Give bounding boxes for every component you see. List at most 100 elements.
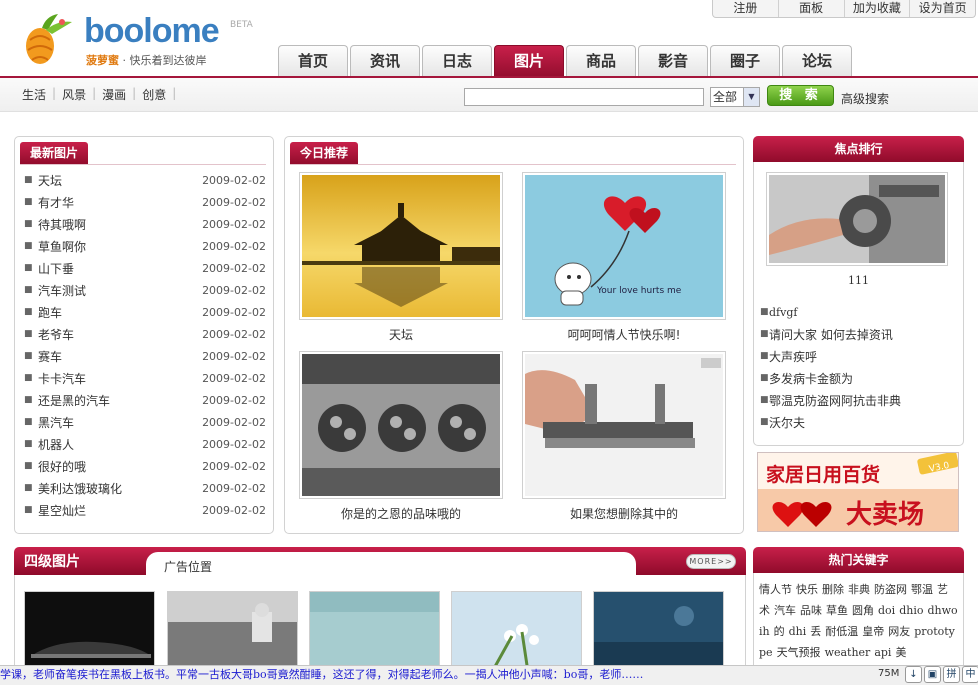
tab-products[interactable]: 商品 bbox=[566, 45, 636, 76]
hot-keyword-link[interactable]: 情人节 bbox=[759, 583, 792, 596]
latest-list-item[interactable]: ■ 老爷车 2009-02-02 bbox=[24, 323, 266, 345]
latest-item-title[interactable]: 黑汽车 bbox=[38, 414, 202, 431]
panel-link[interactable]: 面板 bbox=[779, 0, 845, 17]
latest-list-item[interactable]: ■ 有才华 2009-02-02 bbox=[24, 191, 266, 213]
add-favorite-link[interactable]: 加为收藏 bbox=[845, 0, 911, 17]
focus-item-title[interactable]: 大声疾呼 bbox=[769, 348, 817, 365]
tab-news[interactable]: 资讯 bbox=[350, 45, 420, 76]
tab-blog[interactable]: 日志 bbox=[422, 45, 492, 76]
latest-list-item[interactable]: ■ 待其哦啊 2009-02-02 bbox=[24, 213, 266, 235]
search-scope-select[interactable]: 全部 ▼ bbox=[710, 87, 760, 107]
tab-home[interactable]: 首页 bbox=[278, 45, 348, 76]
latest-item-title[interactable]: 有才华 bbox=[38, 194, 202, 211]
latest-list-item[interactable]: ■ 山下垂 2009-02-02 bbox=[24, 257, 266, 279]
more-button[interactable]: MORE>> bbox=[686, 554, 736, 569]
hot-keyword-link[interactable]: 天气预报 bbox=[777, 646, 821, 659]
set-homepage-link[interactable]: 设为首页 bbox=[910, 0, 975, 17]
hot-keyword-link[interactable]: 草鱼 bbox=[826, 604, 848, 617]
hot-keyword-link[interactable]: 删除 bbox=[822, 583, 844, 596]
heart-balloon-photo[interactable]: Your love hurts me bbox=[522, 172, 726, 320]
advanced-search-link[interactable]: 高级搜索 bbox=[841, 90, 889, 107]
latest-item-title[interactable]: 老爷车 bbox=[38, 326, 202, 343]
focus-list-item[interactable]: ■ 沃尔夫 bbox=[760, 411, 960, 433]
hot-keyword-link[interactable]: weather bbox=[825, 646, 871, 659]
latest-item-title[interactable]: 汽车测试 bbox=[38, 282, 202, 299]
focus-list-item[interactable]: ■ dfvgf bbox=[760, 301, 960, 323]
latest-item-title[interactable]: 还是黑的汽车 bbox=[38, 392, 202, 409]
tab-media[interactable]: 影音 bbox=[638, 45, 708, 76]
hot-keyword-link[interactable]: 非典 bbox=[848, 583, 870, 596]
latest-item-title[interactable]: 天坛 bbox=[38, 172, 202, 189]
latest-item-title[interactable]: 待其哦啊 bbox=[38, 216, 202, 233]
subnav-creative[interactable]: 创意 bbox=[142, 86, 166, 103]
latest-list-item[interactable]: ■ 汽车测试 2009-02-02 bbox=[24, 279, 266, 301]
hot-keyword-link[interactable]: 汽车 bbox=[774, 604, 796, 617]
pagoda-photo[interactable] bbox=[299, 172, 503, 320]
recommend-caption[interactable]: 呵呵呵情人节快乐啊! bbox=[522, 326, 726, 343]
ime-icon[interactable]: 拼 bbox=[943, 666, 960, 683]
status-marquee-text[interactable]: 学课，老师奋笔疾书在黑板上板书。平常一古板大哥bo哥竟然酣睡，这还了得，对得起老… bbox=[0, 667, 694, 683]
latest-list-item[interactable]: ■ 美利达饿玻璃化 2009-02-02 bbox=[24, 477, 266, 499]
search-button[interactable]: 搜 索 bbox=[767, 85, 834, 106]
recommend-item[interactable]: 天坛 bbox=[299, 172, 503, 343]
focus-item-title[interactable]: dfvgf bbox=[769, 306, 797, 319]
latest-item-title[interactable]: 跑车 bbox=[38, 304, 202, 321]
hot-keyword-link[interactable]: 网友 bbox=[888, 625, 910, 638]
hot-keyword-link[interactable]: 防盗网 bbox=[874, 583, 907, 596]
latest-list-item[interactable]: ■ 还是黑的汽车 2009-02-02 bbox=[24, 389, 266, 411]
hot-keyword-link[interactable]: 鄂温 bbox=[911, 583, 933, 596]
hot-keyword-link[interactable]: 耐低温 bbox=[825, 625, 858, 638]
recommend-caption[interactable]: 你是的之恩的品味哦的 bbox=[299, 505, 503, 522]
hot-keyword-link[interactable]: 快乐 bbox=[796, 583, 818, 596]
recommend-item[interactable]: 如果您想删除其中的 bbox=[522, 351, 726, 522]
hot-keyword-link[interactable]: 美 bbox=[895, 646, 906, 659]
tab-pictures[interactable]: 图片 bbox=[494, 45, 564, 77]
latest-list-item[interactable]: ■ 星空灿烂 2009-02-02 bbox=[24, 499, 266, 521]
latest-list-item[interactable]: ■ 赛车 2009-02-02 bbox=[24, 345, 266, 367]
register-link[interactable]: 注册 bbox=[713, 0, 779, 17]
focus-list-item[interactable]: ■ 请问大家 如何去掉资讯 bbox=[760, 323, 960, 345]
latest-list-item[interactable]: ■ 天坛 2009-02-02 bbox=[24, 169, 266, 191]
focus-item-title[interactable]: 请问大家 如何去掉资讯 bbox=[769, 326, 893, 343]
latest-item-title[interactable]: 很好的哦 bbox=[38, 458, 202, 475]
focus-top-photo[interactable] bbox=[766, 172, 948, 266]
subnav-life[interactable]: 生活 bbox=[22, 86, 46, 103]
focus-item-title[interactable]: 多发病卡金额为 bbox=[769, 370, 853, 387]
level4-thumb[interactable] bbox=[593, 591, 724, 671]
latest-item-title[interactable]: 星空灿烂 bbox=[38, 502, 202, 519]
focus-item-title[interactable]: 沃尔夫 bbox=[769, 414, 805, 431]
hot-keyword-link[interactable]: 皇帝 bbox=[862, 625, 884, 638]
latest-list-item[interactable]: ■ 很好的哦 2009-02-02 bbox=[24, 455, 266, 477]
level4-thumb[interactable] bbox=[451, 591, 582, 671]
subnav-scenery[interactable]: 风景 bbox=[62, 86, 86, 103]
chinese-icon[interactable]: 中 bbox=[962, 666, 978, 683]
latest-item-title[interactable]: 机器人 bbox=[38, 436, 202, 453]
latest-item-title[interactable]: 卡卡汽车 bbox=[38, 370, 202, 387]
site-logo[interactable]: boolome BETA 菠萝蜜 · 快乐着到达彼岸 bbox=[18, 6, 258, 72]
latest-list-item[interactable]: ■ 跑车 2009-02-02 bbox=[24, 301, 266, 323]
subnav-comics[interactable]: 漫画 bbox=[102, 86, 126, 103]
focus-list-item[interactable]: ■ 鄂温克防盗网阿抗击非典 bbox=[760, 389, 960, 411]
focus-list-item[interactable]: ■ 多发病卡金额为 bbox=[760, 367, 960, 389]
caliper-photo[interactable] bbox=[522, 351, 726, 499]
focus-top-caption[interactable]: 111 bbox=[753, 274, 964, 287]
latest-list-item[interactable]: ■ 黑汽车 2009-02-02 bbox=[24, 411, 266, 433]
tab-forum[interactable]: 论坛 bbox=[782, 45, 852, 76]
latest-item-title[interactable]: 赛车 bbox=[38, 348, 202, 365]
hot-keyword-link[interactable]: 丢 bbox=[810, 625, 821, 638]
focus-item-title[interactable]: 鄂温克防盗网阿抗击非典 bbox=[769, 392, 901, 409]
hot-keyword-link[interactable]: dhi bbox=[789, 625, 807, 638]
recommend-item[interactable]: Your love hurts me 呵呵呵情人节快乐啊! bbox=[522, 172, 726, 343]
search-input[interactable] bbox=[464, 88, 704, 106]
engine-block-photo[interactable] bbox=[299, 351, 503, 499]
hot-keyword-link[interactable]: 品味 bbox=[800, 604, 822, 617]
latest-list-item[interactable]: ■ 卡卡汽车 2009-02-02 bbox=[24, 367, 266, 389]
hot-keyword-link[interactable]: 圆角 bbox=[852, 604, 874, 617]
hot-keyword-link[interactable]: api bbox=[874, 646, 891, 659]
level4-thumb[interactable] bbox=[24, 591, 155, 671]
latest-item-title[interactable]: 山下垂 bbox=[38, 260, 202, 277]
latest-item-title[interactable]: 草鱼啊你 bbox=[38, 238, 202, 255]
latest-list-item[interactable]: ■ 机器人 2009-02-02 bbox=[24, 433, 266, 455]
hot-keyword-link[interactable]: 的 bbox=[774, 625, 785, 638]
level4-thumb[interactable] bbox=[309, 591, 440, 671]
